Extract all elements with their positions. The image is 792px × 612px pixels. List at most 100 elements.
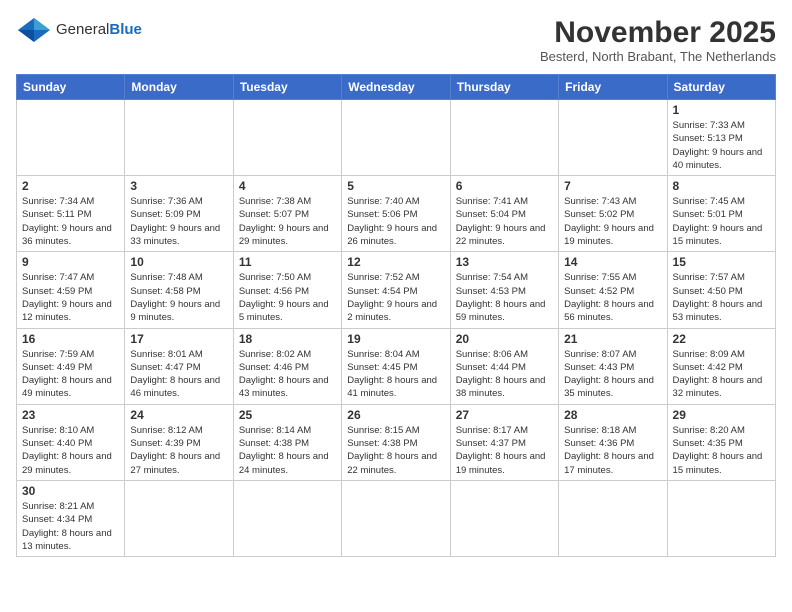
- col-wednesday: Wednesday: [342, 75, 450, 100]
- logo-general: General: [56, 21, 109, 38]
- day-info: Sunrise: 8:01 AM Sunset: 4:47 PM Dayligh…: [130, 348, 227, 401]
- calendar-week-row: 23Sunrise: 8:10 AM Sunset: 4:40 PM Dayli…: [17, 404, 776, 480]
- day-info: Sunrise: 7:57 AM Sunset: 4:50 PM Dayligh…: [673, 271, 770, 324]
- day-info: Sunrise: 8:09 AM Sunset: 4:42 PM Dayligh…: [673, 348, 770, 401]
- day-number: 10: [130, 255, 227, 269]
- day-number: 26: [347, 408, 444, 422]
- day-number: 5: [347, 179, 444, 193]
- day-info: Sunrise: 8:07 AM Sunset: 4:43 PM Dayligh…: [564, 348, 661, 401]
- day-number: 11: [239, 255, 336, 269]
- day-number: 17: [130, 332, 227, 346]
- calendar-cell: 12Sunrise: 7:52 AM Sunset: 4:54 PM Dayli…: [342, 252, 450, 328]
- calendar-header-row: Sunday Monday Tuesday Wednesday Thursday…: [17, 75, 776, 100]
- day-number: 2: [22, 179, 119, 193]
- day-number: 6: [456, 179, 553, 193]
- calendar-cell: 23Sunrise: 8:10 AM Sunset: 4:40 PM Dayli…: [17, 404, 125, 480]
- calendar-cell: [125, 480, 233, 556]
- calendar-cell: 26 Sunrise: 8:15 AM Sunset: 4:38 PM Dayli…: [342, 404, 450, 480]
- day-number: 22: [673, 332, 770, 346]
- day-number: 21: [564, 332, 661, 346]
- calendar-cell: 11 Sunrise: 7:50 AM Sunset: 4:56 PM Dayli…: [233, 252, 341, 328]
- calendar-cell: [450, 480, 558, 556]
- day-info: Sunrise: 8:04 AM Sunset: 4:45 PM Dayligh…: [347, 348, 444, 401]
- col-friday: Friday: [559, 75, 667, 100]
- day-info: Sunrise: 8:20 AM Sunset: 4:35 PM Dayligh…: [673, 424, 770, 477]
- calendar-week-row: 30 Sunrise: 8:21 AM Sunset: 4:34 PM Dayli…: [17, 480, 776, 556]
- calendar-cell: [233, 480, 341, 556]
- day-number: 15: [673, 255, 770, 269]
- day-info: Sunrise: 7:45 AM Sunset: 5:01 PM Dayligh…: [673, 195, 770, 248]
- calendar-cell: 29 Sunrise: 8:20 AM Sunset: 4:35 PM Dayli…: [667, 404, 775, 480]
- title-block: November 2025 Besterd, North Brabant, Th…: [540, 16, 776, 64]
- day-number: 13: [456, 255, 553, 269]
- calendar-cell: 14Sunrise: 7:55 AM Sunset: 4:52 PM Dayli…: [559, 252, 667, 328]
- page: GeneralBlue November 2025 Besterd, North…: [0, 0, 792, 567]
- day-number: 30: [22, 484, 119, 498]
- calendar-cell: 16 Sunrise: 7:59 AM Sunset: 4:49 PM Dayli…: [17, 328, 125, 404]
- day-info: Sunrise: 7:55 AM Sunset: 4:52 PM Dayligh…: [564, 271, 661, 324]
- calendar-cell: 30 Sunrise: 8:21 AM Sunset: 4:34 PM Dayli…: [17, 480, 125, 556]
- calendar-cell: 2Sunrise: 7:34 AM Sunset: 5:11 PM Daylig…: [17, 176, 125, 252]
- day-number: 25: [239, 408, 336, 422]
- day-info: Sunrise: 7:50 AM Sunset: 4:56 PM Dayligh…: [239, 271, 336, 324]
- logo: GeneralBlue: [16, 16, 142, 44]
- calendar-cell: [559, 100, 667, 176]
- day-number: 29: [673, 408, 770, 422]
- calendar-cell: [450, 100, 558, 176]
- day-number: 8: [673, 179, 770, 193]
- calendar-cell: 5 Sunrise: 7:40 AM Sunset: 5:06 PM Daylig…: [342, 176, 450, 252]
- calendar-cell: 10 Sunrise: 7:48 AM Sunset: 4:58 PM Dayli…: [125, 252, 233, 328]
- day-info: Sunrise: 7:43 AM Sunset: 5:02 PM Dayligh…: [564, 195, 661, 248]
- calendar-week-row: 1 Sunrise: 7:33 AM Sunset: 5:13 PM Daylig…: [17, 100, 776, 176]
- calendar-cell: 21 Sunrise: 8:07 AM Sunset: 4:43 PM Dayli…: [559, 328, 667, 404]
- calendar-cell: 17 Sunrise: 8:01 AM Sunset: 4:47 PM Dayli…: [125, 328, 233, 404]
- day-number: 19: [347, 332, 444, 346]
- day-info: Sunrise: 7:40 AM Sunset: 5:06 PM Dayligh…: [347, 195, 444, 248]
- day-info: Sunrise: 8:06 AM Sunset: 4:44 PM Dayligh…: [456, 348, 553, 401]
- day-info: Sunrise: 8:10 AM Sunset: 4:40 PM Dayligh…: [22, 424, 119, 477]
- col-saturday: Saturday: [667, 75, 775, 100]
- day-number: 16: [22, 332, 119, 346]
- day-info: Sunrise: 8:15 AM Sunset: 4:38 PM Dayligh…: [347, 424, 444, 477]
- day-number: 1: [673, 103, 770, 117]
- location-subtitle: Besterd, North Brabant, The Netherlands: [540, 49, 776, 64]
- day-info: Sunrise: 8:17 AM Sunset: 4:37 PM Dayligh…: [456, 424, 553, 477]
- day-number: 18: [239, 332, 336, 346]
- day-info: Sunrise: 7:54 AM Sunset: 4:53 PM Dayligh…: [456, 271, 553, 324]
- calendar-cell: 1 Sunrise: 7:33 AM Sunset: 5:13 PM Daylig…: [667, 100, 775, 176]
- calendar-cell: 7 Sunrise: 7:43 AM Sunset: 5:02 PM Daylig…: [559, 176, 667, 252]
- calendar-cell: 4 Sunrise: 7:38 AM Sunset: 5:07 PM Daylig…: [233, 176, 341, 252]
- day-number: 7: [564, 179, 661, 193]
- calendar-cell: 15 Sunrise: 7:57 AM Sunset: 4:50 PM Dayli…: [667, 252, 775, 328]
- day-number: 27: [456, 408, 553, 422]
- day-number: 3: [130, 179, 227, 193]
- calendar-cell: 8 Sunrise: 7:45 AM Sunset: 5:01 PM Daylig…: [667, 176, 775, 252]
- calendar-cell: 27 Sunrise: 8:17 AM Sunset: 4:37 PM Dayli…: [450, 404, 558, 480]
- calendar-cell: [559, 480, 667, 556]
- calendar-cell: [17, 100, 125, 176]
- day-info: Sunrise: 7:41 AM Sunset: 5:04 PM Dayligh…: [456, 195, 553, 248]
- day-info: Sunrise: 8:18 AM Sunset: 4:36 PM Dayligh…: [564, 424, 661, 477]
- header: GeneralBlue November 2025 Besterd, North…: [16, 16, 776, 64]
- col-sunday: Sunday: [17, 75, 125, 100]
- col-monday: Monday: [125, 75, 233, 100]
- calendar-cell: 18Sunrise: 8:02 AM Sunset: 4:46 PM Dayli…: [233, 328, 341, 404]
- calendar-cell: 24Sunrise: 8:12 AM Sunset: 4:39 PM Dayli…: [125, 404, 233, 480]
- logo-blue: Blue: [109, 21, 142, 38]
- day-info: Sunrise: 7:38 AM Sunset: 5:07 PM Dayligh…: [239, 195, 336, 248]
- calendar-week-row: 16 Sunrise: 7:59 AM Sunset: 4:49 PM Dayli…: [17, 328, 776, 404]
- day-number: 4: [239, 179, 336, 193]
- day-info: Sunrise: 7:59 AM Sunset: 4:49 PM Dayligh…: [22, 348, 119, 401]
- calendar-cell: 19 Sunrise: 8:04 AM Sunset: 4:45 PM Dayli…: [342, 328, 450, 404]
- day-info: Sunrise: 7:33 AM Sunset: 5:13 PM Dayligh…: [673, 119, 770, 172]
- calendar-cell: 22 Sunrise: 8:09 AM Sunset: 4:42 PM Dayli…: [667, 328, 775, 404]
- day-number: 20: [456, 332, 553, 346]
- day-info: Sunrise: 8:14 AM Sunset: 4:38 PM Dayligh…: [239, 424, 336, 477]
- day-number: 24: [130, 408, 227, 422]
- col-tuesday: Tuesday: [233, 75, 341, 100]
- generalblue-logo-icon: [16, 16, 52, 44]
- calendar-cell: [667, 480, 775, 556]
- day-info: Sunrise: 7:48 AM Sunset: 4:58 PM Dayligh…: [130, 271, 227, 324]
- day-info: Sunrise: 8:21 AM Sunset: 4:34 PM Dayligh…: [22, 500, 119, 553]
- month-title: November 2025: [540, 16, 776, 49]
